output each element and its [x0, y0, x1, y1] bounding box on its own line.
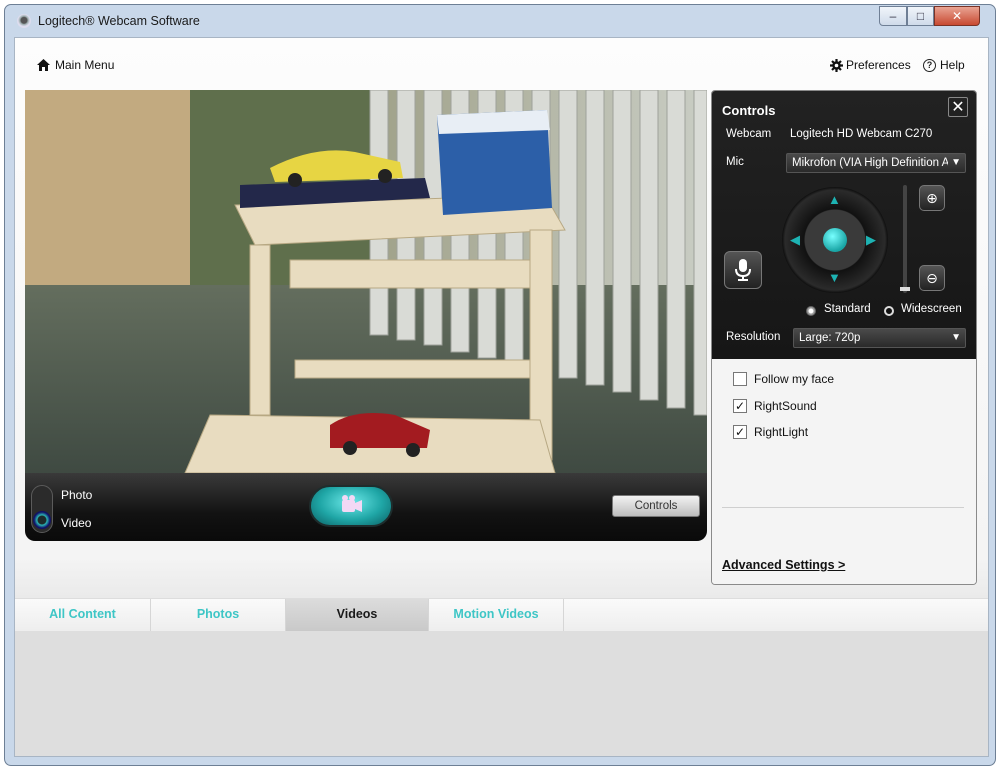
zoom-out-icon: ⊖: [926, 270, 938, 286]
record-video-button[interactable]: [309, 485, 393, 527]
gear-icon: [830, 58, 843, 72]
video-camera-icon: [342, 495, 362, 512]
microphone-icon: [735, 259, 751, 281]
mic-select-value: Mikrofon (VIA High Definition A: [792, 157, 948, 169]
app-window: Logitech® Webcam Software – □ ✕ Main Men…: [4, 4, 996, 766]
media-content-area: [15, 631, 988, 756]
zoom-in-icon: ⊕: [926, 190, 938, 206]
follow-face-option[interactable]: Follow my face: [733, 372, 834, 386]
resolution-label: Resolution: [726, 331, 781, 343]
controls-panel: Controls ✕ Webcam Logitech HD Webcam C27…: [711, 90, 977, 585]
webcam-value[interactable]: Logitech HD Webcam C270: [790, 128, 932, 140]
zoom-slider-thumb[interactable]: [900, 287, 910, 291]
pan-down-button[interactable]: ▼: [828, 271, 841, 284]
client-area: Main Menu Preferences ? Help Photo Video…: [14, 37, 989, 757]
rightlight-checkbox[interactable]: ✓: [733, 425, 747, 439]
video-mode-label[interactable]: Video: [61, 516, 91, 530]
rightsound-label: RightSound: [754, 399, 817, 413]
home-icon: [37, 59, 50, 71]
mode-toggle-knob[interactable]: [33, 511, 51, 529]
rightsound-checkbox[interactable]: ✓: [733, 399, 747, 413]
pan-tilt-pad[interactable]: ▲ ▼ ◀ ▶: [782, 187, 888, 293]
follow-face-checkbox[interactable]: [733, 372, 747, 386]
standard-label[interactable]: Standard: [824, 303, 871, 315]
photo-mode-label[interactable]: Photo: [61, 488, 92, 502]
photo-video-toggle[interactable]: [31, 485, 53, 533]
minimize-button[interactable]: –: [879, 6, 907, 26]
title-bar[interactable]: Logitech® Webcam Software – □ ✕: [5, 5, 995, 37]
close-window-button[interactable]: ✕: [934, 6, 980, 26]
webcam-label: Webcam: [726, 128, 772, 140]
pan-up-button[interactable]: ▲: [828, 193, 841, 206]
chevron-down-icon: ▼: [951, 157, 961, 168]
help-link[interactable]: ? Help: [923, 58, 965, 72]
standard-radio[interactable]: [806, 306, 816, 316]
resolution-select-value: Large: 720p: [799, 332, 861, 344]
capture-bar: Photo Video Controls: [25, 473, 707, 541]
widescreen-radio[interactable]: [884, 306, 894, 316]
pan-left-button[interactable]: ◀: [790, 233, 800, 246]
widescreen-label[interactable]: Widescreen: [901, 303, 962, 315]
tab-videos[interactable]: Videos: [286, 599, 429, 631]
zoom-slider-track[interactable]: [903, 185, 907, 293]
content-tabs: All Content Photos Videos Motion Videos: [15, 598, 988, 632]
camera-feed-image: [25, 90, 707, 473]
controls-close-button[interactable]: ✕: [948, 97, 968, 117]
controls-options-section: Follow my face ✓ RightSound ✓ RightLight…: [712, 359, 976, 584]
controls-toggle-button[interactable]: Controls: [612, 495, 700, 517]
camera-preview: [25, 90, 707, 473]
main-menu-label: Main Menu: [55, 58, 115, 72]
controls-title: Controls: [722, 103, 776, 118]
resolution-select[interactable]: Large: 720p ▼: [793, 328, 966, 348]
maximize-button[interactable]: □: [907, 6, 934, 26]
rightlight-label: RightLight: [754, 425, 809, 439]
webcam-app-icon: [17, 14, 31, 28]
preferences-label: Preferences: [846, 58, 911, 72]
preferences-link[interactable]: Preferences: [830, 58, 911, 72]
tab-all-content[interactable]: All Content: [15, 599, 151, 631]
window-title: Logitech® Webcam Software: [38, 14, 200, 28]
zoom-in-button[interactable]: ⊕: [919, 185, 945, 211]
pan-center-button[interactable]: [823, 228, 847, 252]
tab-motion-videos[interactable]: Motion Videos: [429, 599, 564, 631]
tab-photos[interactable]: Photos: [151, 599, 286, 631]
chevron-down-icon: ▼: [951, 332, 961, 343]
mic-select[interactable]: Mikrofon (VIA High Definition A ▼: [786, 153, 966, 173]
mic-label: Mic: [726, 156, 744, 168]
help-label: Help: [940, 58, 965, 72]
advanced-settings-link[interactable]: Advanced Settings >: [722, 558, 845, 572]
rightsound-option[interactable]: ✓ RightSound: [733, 399, 817, 413]
follow-face-label: Follow my face: [754, 372, 835, 386]
main-menu-link[interactable]: Main Menu: [37, 58, 114, 72]
controls-dark-section: Controls ✕ Webcam Logitech HD Webcam C27…: [712, 91, 976, 359]
pan-right-button[interactable]: ▶: [866, 233, 876, 246]
mute-microphone-button[interactable]: [724, 251, 762, 289]
help-icon: ?: [923, 58, 936, 72]
options-divider: [722, 507, 964, 508]
rightlight-option[interactable]: ✓ RightLight: [733, 425, 808, 439]
zoom-out-button[interactable]: ⊖: [919, 265, 945, 291]
